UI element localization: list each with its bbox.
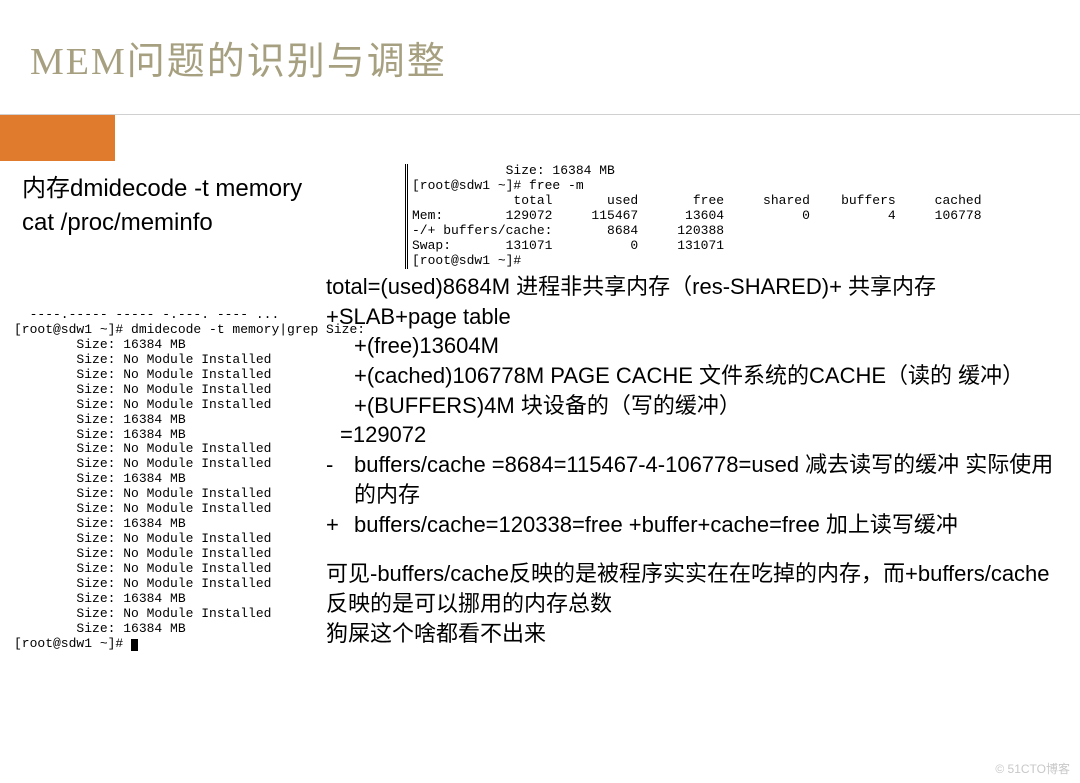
dmi-line: Size: No Module Installed [14,501,271,516]
dmi-line: Size: 16384 MB [14,337,186,352]
intro-text: 内存dmidecode -t memory cat /proc/meminfo [22,172,302,239]
dmi-line: Size: No Module Installed [14,561,271,576]
dmi-line: Size: 16384 MB [14,412,186,427]
free-swap-row: Swap: 131071 0 131071 [412,238,724,253]
dmi-line: Size: No Module Installed [14,352,271,367]
dmi-line: Size: 16384 MB [14,621,186,636]
accent-block [0,115,115,161]
dmi-line: Size: 16384 MB [14,516,186,531]
dmi-line: Size: 16384 MB [14,427,186,442]
dmi-line: Size: No Module Installed [14,397,271,412]
slide-title: MEM问题的识别与调整 [30,30,447,85]
dmi-line: Size: No Module Installed [14,576,271,591]
minus-label: - [326,450,354,509]
dmi-line: Size: No Module Installed [14,546,271,561]
free-header: total used free shared buffers cached [412,193,982,208]
free-prompt-2: [root@sdw1 ~]# [412,253,521,268]
dmi-cmd: [root@sdw1 ~]# dmidecode -t memory|grep … [14,322,365,337]
intro-line-1: 内存dmidecode -t memory [22,172,302,206]
explain-buffers: +(BUFFERS)4M 块设备的（写的缓冲） [326,391,1056,421]
free-banner: Size: 16384 MB [412,163,615,178]
dmi-line: Size: No Module Installed [14,441,271,456]
free-mem-row: Mem: 129072 115467 13604 0 4 106778 [412,208,982,223]
free-prompt-1: [root@sdw1 ~]# free -m [412,178,584,193]
dmi-line: Size: No Module Installed [14,531,271,546]
dmi-line: Size: No Module Installed [14,367,271,382]
explain-cached: +(cached)106778M PAGE CACHE 文件系统的CACHE（读… [326,361,1056,391]
dmi-line: Size: 16384 MB [14,471,186,486]
conclusion-2: 狗屎这个啥都看不出来 [326,619,1056,649]
cursor-icon [131,639,138,651]
dmi-top: ----.----- ----- -.---. ---- ... [14,307,279,322]
dmi-line: Size: 16384 MB [14,591,186,606]
dmi-line: Size: No Module Installed [14,606,271,621]
plus-label: + [326,510,354,540]
horizontal-rule [0,114,1080,115]
dmi-prompt: [root@sdw1 ~]# [14,636,138,651]
intro-line-2: cat /proc/meminfo [22,206,302,240]
free-command-output: Size: 16384 MB [root@sdw1 ~]# free -m to… [405,164,982,269]
dmidecode-output: ----.----- ----- -.---. ---- ... [root@s… [14,308,365,652]
explain-free: +(free)13604M [326,331,1056,361]
conclusion-1: 可见-buffers/cache反映的是被程序实实在在吃掉的内存，而+buffe… [326,559,1056,618]
minus-body: buffers/cache =8684=115467-4-106778=used… [354,450,1056,509]
dmi-line: Size: No Module Installed [14,382,271,397]
explain-total: total=(used)8684M 进程非共享内存（res-SHARED)+ 共… [326,272,1056,331]
explain-sum: =129072 [326,420,1056,450]
explain-minus-row: - buffers/cache =8684=115467-4-106778=us… [326,450,1056,509]
dmi-line: Size: No Module Installed [14,486,271,501]
plus-body: buffers/cache=120338=free +buffer+cache=… [354,510,958,540]
dmi-line: Size: No Module Installed [14,456,271,471]
spacer [326,539,1056,559]
watermark: © 51CTO博客 [995,760,1070,777]
explain-plus-row: + buffers/cache=120338=free +buffer+cach… [326,510,1056,540]
free-buffers-row: -/+ buffers/cache: 8684 120388 [412,223,724,238]
explanation-block: total=(used)8684M 进程非共享内存（res-SHARED)+ 共… [326,272,1056,648]
